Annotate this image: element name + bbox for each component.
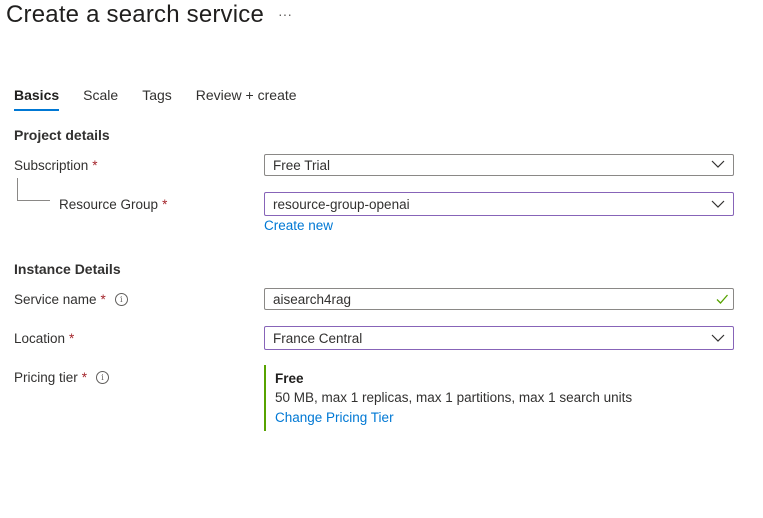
checkmark-icon (716, 294, 728, 304)
chevron-down-icon (711, 160, 725, 168)
service-name-label-text: Service name (14, 292, 97, 307)
resource-group-label: Resource Group * (59, 197, 167, 212)
pricing-tier-description: 50 MB, max 1 replicas, max 1 partitions,… (275, 390, 633, 405)
info-icon[interactable]: i (96, 371, 110, 384)
subscription-value: Free Trial (273, 158, 331, 173)
service-name-value: aisearch4rag (273, 292, 352, 307)
location-label-text: Location (14, 331, 66, 346)
required-marker: * (81, 370, 88, 385)
change-pricing-tier-link[interactable]: Change Pricing Tier (275, 410, 394, 425)
location-select[interactable]: France Central (264, 326, 734, 350)
info-icon[interactable]: i (114, 293, 128, 306)
subscription-label: Subscription * (14, 158, 98, 173)
more-options-button[interactable]: ··· (278, 6, 292, 22)
service-name-input[interactable]: aisearch4rag (264, 288, 734, 310)
required-marker: * (100, 292, 106, 307)
tree-connector (17, 178, 50, 201)
tab-tags[interactable]: Tags (142, 87, 172, 111)
tab-basics[interactable]: Basics (14, 87, 60, 111)
resource-group-label-text: Resource Group (59, 197, 159, 212)
create-new-link[interactable]: Create new (264, 218, 333, 233)
tab-review-create[interactable]: Review + create (196, 87, 297, 111)
subscription-label-text: Subscription (14, 158, 89, 173)
required-marker: * (69, 331, 75, 346)
chevron-down-icon (711, 334, 725, 342)
resource-group-select[interactable]: resource-group-openai (264, 192, 734, 216)
required-marker: * (162, 197, 168, 212)
tab-bar: Basics Scale Tags Review + create (14, 87, 321, 111)
instance-details-heading: Instance Details (14, 261, 121, 277)
pricing-tier-label-text: Pricing tier (14, 370, 78, 385)
service-name-label: Service name * i (14, 292, 128, 307)
location-value: France Central (273, 331, 363, 346)
page-title: Create a search service (6, 1, 265, 28)
required-marker: * (92, 158, 98, 173)
subscription-select[interactable]: Free Trial (264, 154, 734, 176)
pricing-tier-name: Free (275, 371, 304, 386)
project-details-heading: Project details (14, 127, 110, 143)
tab-scale[interactable]: Scale (83, 87, 118, 111)
pricing-tier-summary: Free 50 MB, max 1 replicas, max 1 partit… (264, 365, 664, 431)
resource-group-value: resource-group-openai (273, 197, 410, 212)
chevron-down-icon (711, 200, 725, 208)
pricing-tier-label: Pricing tier * i (14, 370, 110, 385)
location-label: Location * (14, 331, 74, 346)
